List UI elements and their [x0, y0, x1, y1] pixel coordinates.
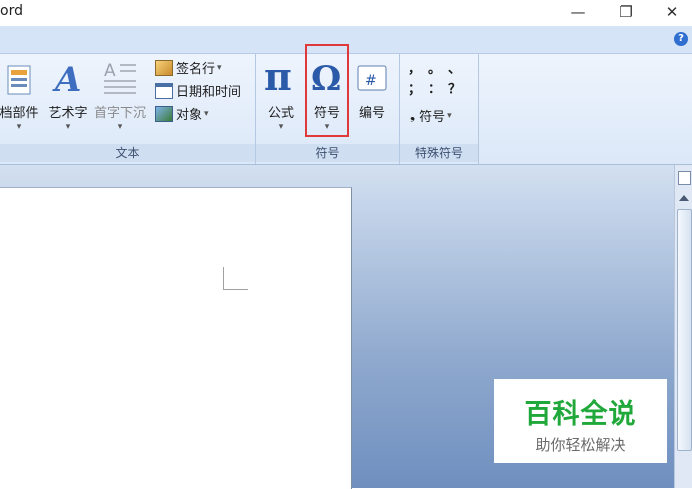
wordart-button[interactable]: A 艺术字 ▾	[45, 58, 91, 132]
special-char[interactable]: ：	[428, 80, 448, 100]
dropcap-button[interactable]: A 首字下沉 ▾	[92, 58, 148, 132]
margin-corner-mark	[223, 267, 248, 290]
watermark-title: 百科全说	[524, 399, 637, 430]
svg-text:π: π	[264, 58, 292, 96]
window-title: ord	[0, 3, 23, 19]
bullet-icon: ❟	[410, 108, 416, 123]
title-bar: ord — ❐ ✕	[0, 0, 692, 26]
special-symbol-grid: ，。、 ；：？	[408, 60, 474, 100]
special-symbol-label: 符号	[419, 110, 446, 125]
chevron-down-icon: ▾	[204, 108, 209, 119]
signature-label: 签名行	[176, 62, 216, 77]
numbering-button[interactable]: # 编号	[352, 58, 392, 121]
group-text: 档部件 ▾ A 艺术字 ▾ A 首字下沉 ▾ 签名行 ▾ 日期和时间 对象 ▾ …	[0, 54, 256, 164]
number-icon: #	[357, 65, 387, 91]
signature-line-button[interactable]: 签名行 ▾	[155, 58, 222, 77]
svg-text:A: A	[52, 60, 81, 96]
help-icon[interactable]: ?	[674, 32, 688, 46]
datetime-label: 日期和时间	[176, 85, 242, 100]
svg-text:#: #	[365, 73, 377, 89]
wordart-icon: A	[52, 60, 81, 100]
pi-icon: π	[264, 54, 292, 99]
minimize-button[interactable]: —	[558, 0, 598, 26]
group-label-special: 特殊符号	[400, 144, 478, 162]
group-label-text: 文本	[0, 144, 255, 162]
object-label: 对象	[176, 108, 203, 123]
object-icon	[155, 105, 173, 122]
signature-icon	[155, 59, 173, 76]
watermark-subtitle: 助你轻松解决	[535, 436, 626, 454]
document-parts-button[interactable]: 档部件 ▾	[0, 58, 44, 132]
chevron-down-icon: ▾	[447, 110, 452, 121]
special-char[interactable]: ；	[408, 80, 428, 100]
chevron-down-icon: ▾	[278, 122, 284, 132]
chevron-down-icon: ▾	[65, 122, 71, 132]
chevron-down-icon: ▾	[217, 62, 222, 73]
date-time-button[interactable]: 日期和时间	[155, 81, 241, 100]
symbol-highlight-box	[305, 44, 349, 137]
vertical-scrollbar[interactable]	[674, 165, 692, 488]
formula-button[interactable]: π 公式 ▾	[260, 54, 302, 132]
formula-label: 公式	[267, 106, 294, 121]
special-char[interactable]: 、	[448, 60, 468, 80]
dropcap-label: 首字下沉	[93, 106, 146, 121]
close-button[interactable]: ✕	[652, 0, 692, 26]
dropcap-icon: A	[104, 61, 136, 94]
object-button[interactable]: 对象 ▾	[155, 104, 209, 123]
scrollbar-thumb[interactable]	[677, 209, 692, 451]
special-char[interactable]: 。	[428, 60, 448, 80]
numbering-label: 编号	[358, 106, 385, 121]
datetime-icon	[155, 82, 173, 99]
group-special-symbols: ，。、 ；：？ ❟ 符号 ▾ 特殊符号	[400, 54, 479, 164]
scroll-up-icon[interactable]	[679, 195, 689, 201]
document-parts-label: 档部件	[0, 106, 39, 121]
svg-text:A: A	[104, 61, 116, 81]
special-char[interactable]: ？	[448, 80, 468, 100]
watermark-logo: 百科全说 助你轻松解决	[494, 379, 667, 463]
document-parts-icon	[7, 65, 31, 95]
chevron-down-icon: ▾	[16, 122, 22, 132]
restore-button[interactable]: ❐	[606, 0, 646, 26]
document-page[interactable]	[0, 187, 352, 489]
special-symbol-button[interactable]: ❟ 符号 ▾	[410, 106, 452, 125]
group-label-symbols: 符号	[256, 144, 399, 162]
chevron-down-icon: ▾	[117, 122, 123, 132]
special-char[interactable]: ，	[408, 60, 428, 80]
ruler-toggle-icon[interactable]	[678, 171, 691, 185]
wordart-label: 艺术字	[48, 106, 88, 121]
